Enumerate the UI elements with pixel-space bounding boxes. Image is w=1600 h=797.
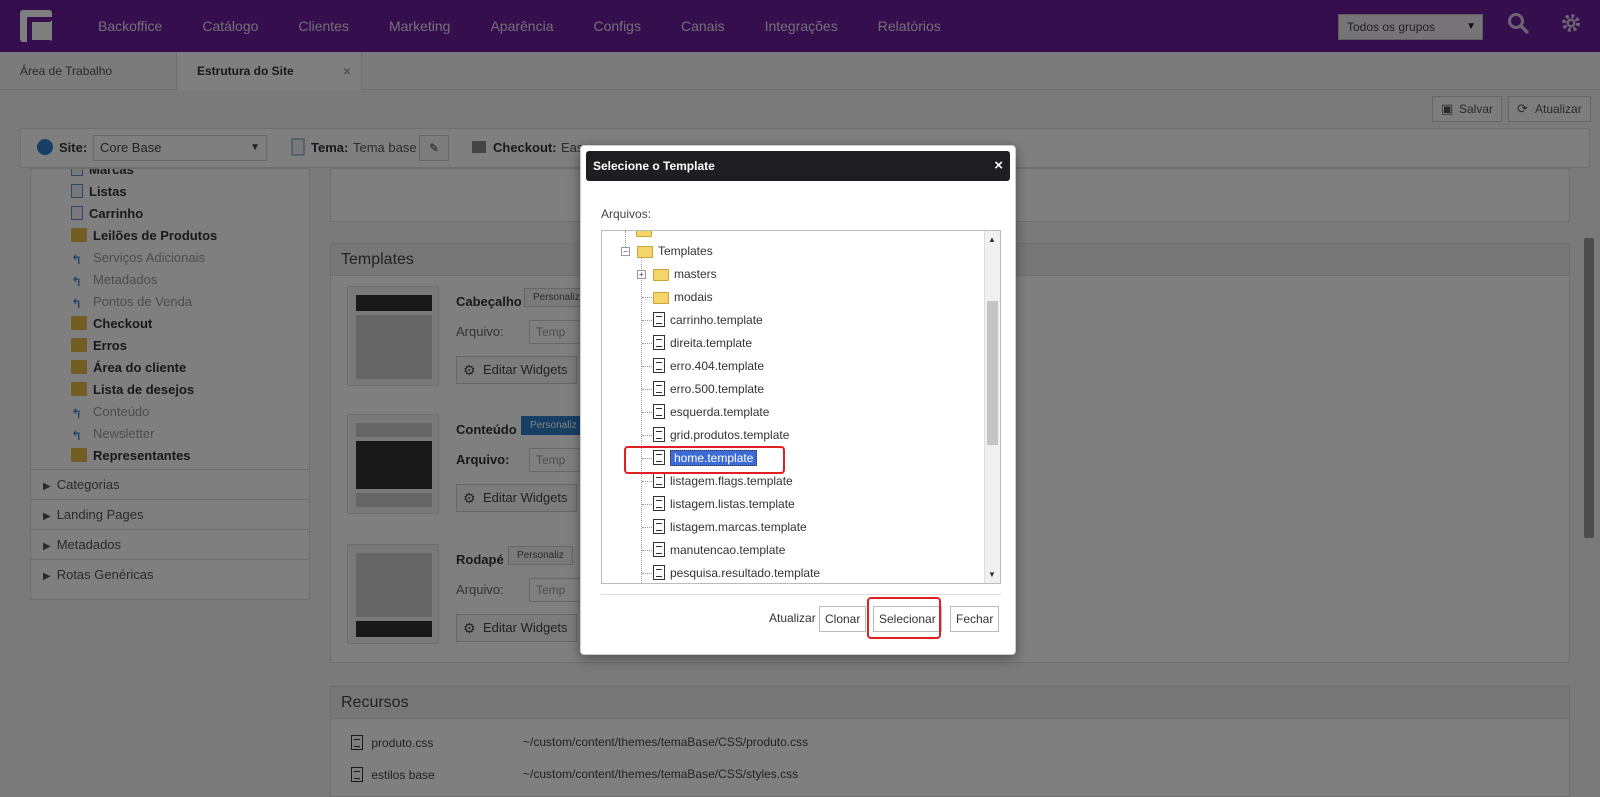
file-item[interactable]: carrinho.template <box>653 309 763 331</box>
file-tree[interactable]: − Templates + masters modais carrinho.templat… <box>601 230 1001 584</box>
folder-icon <box>636 231 652 237</box>
file-tree-scrollbar[interactable]: ▲ ▼ <box>984 231 1000 583</box>
scroll-up-icon[interactable]: ▲ <box>988 235 996 244</box>
file-icon <box>653 473 665 488</box>
file-item[interactable]: erro.404.template <box>653 355 764 377</box>
highlight-select-button <box>867 597 941 639</box>
file-icon <box>653 335 665 350</box>
file-icon <box>653 542 665 557</box>
clone-button[interactable]: Clonar <box>819 606 867 632</box>
file-item-label: carrinho.template <box>670 313 763 327</box>
file-item-label: listagem.flags.template <box>670 474 793 488</box>
file-icon <box>653 565 665 580</box>
file-icon <box>653 404 665 419</box>
folder-modais-label: modais <box>674 290 713 304</box>
file-item-label: direita.template <box>670 336 753 350</box>
file-item-label: listagem.marcas.template <box>670 520 807 534</box>
dialog-title: Selecione o Template <box>593 159 715 173</box>
files-label: Arquivos: <box>601 207 652 221</box>
file-item[interactable]: erro.500.template <box>653 378 764 400</box>
file-item[interactable]: direita.template <box>653 332 752 354</box>
select-template-dialog: Selecione o Template × Arquivos: − Templa… <box>580 145 1016 655</box>
file-item[interactable]: listagem.marcas.template <box>653 516 807 538</box>
scroll-down-icon[interactable]: ▼ <box>988 570 996 579</box>
file-item[interactable]: esquerda.template <box>653 401 769 423</box>
close-icon[interactable]: × <box>994 151 1003 181</box>
file-item-label: erro.500.template <box>670 382 765 396</box>
file-item-label: esquerda.template <box>670 405 770 419</box>
expand-toggle[interactable]: + <box>637 270 646 279</box>
dialog-footer-divider <box>601 594 1001 595</box>
close-button[interactable]: Fechar <box>950 606 1000 632</box>
folder-templates[interactable]: Templates <box>637 240 713 262</box>
file-item-label: pesquisa.resultado.template <box>670 566 821 580</box>
folder-masters[interactable]: masters <box>653 263 717 285</box>
file-item[interactable]: grid.produtos.template <box>653 424 789 446</box>
file-item-label: listagem.listas.template <box>670 497 795 511</box>
collapse-toggle[interactable]: − <box>621 247 630 256</box>
refresh-link[interactable]: Atualizar <box>769 611 816 625</box>
file-item[interactable]: pesquisa.resultado.template <box>653 562 821 583</box>
file-item-label: grid.produtos.template <box>670 428 790 442</box>
file-icon <box>653 381 665 396</box>
file-item-label: erro.404.template <box>670 359 765 373</box>
highlight-selected-file <box>624 446 785 474</box>
file-icon <box>653 519 665 534</box>
file-icon <box>653 496 665 511</box>
folder-modais[interactable]: modais <box>653 286 713 308</box>
file-icon <box>653 358 665 373</box>
file-item-label: manutencao.template <box>670 543 786 557</box>
scroll-thumb[interactable] <box>987 301 998 445</box>
folder-icon <box>653 292 669 304</box>
folder-templates-label: Templates <box>658 244 713 258</box>
folder-icon <box>653 269 669 281</box>
file-item[interactable]: listagem.listas.template <box>653 493 795 515</box>
folder-masters-label: masters <box>674 267 717 281</box>
folder-icon <box>637 246 653 258</box>
file-icon <box>653 427 665 442</box>
file-icon <box>653 312 665 327</box>
dialog-header: Selecione o Template × <box>586 151 1010 181</box>
file-item[interactable]: manutencao.template <box>653 539 785 561</box>
